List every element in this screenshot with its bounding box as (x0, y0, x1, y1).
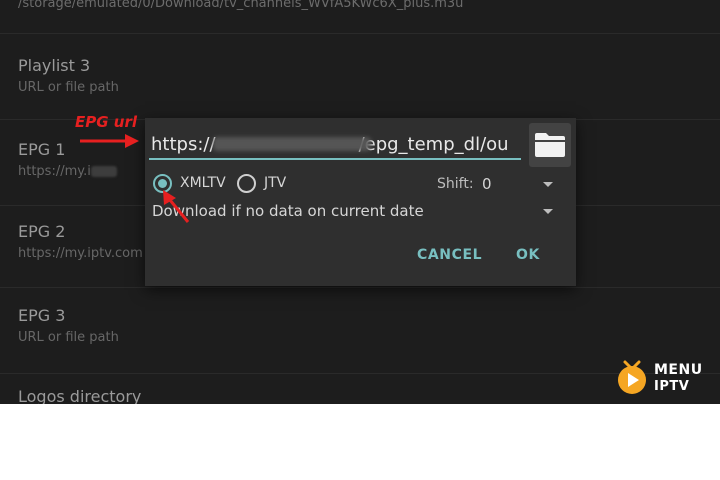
arrow-up-icon (163, 190, 190, 223)
annotation-arrows (80, 134, 190, 223)
arrow-right-icon (80, 134, 139, 148)
menu-iptv-logo: MENU IPTV (612, 356, 716, 396)
logo-text-menu: MENU (654, 362, 703, 378)
tv-play-icon (618, 360, 646, 394)
logo-text-iptv: IPTV (654, 379, 690, 394)
